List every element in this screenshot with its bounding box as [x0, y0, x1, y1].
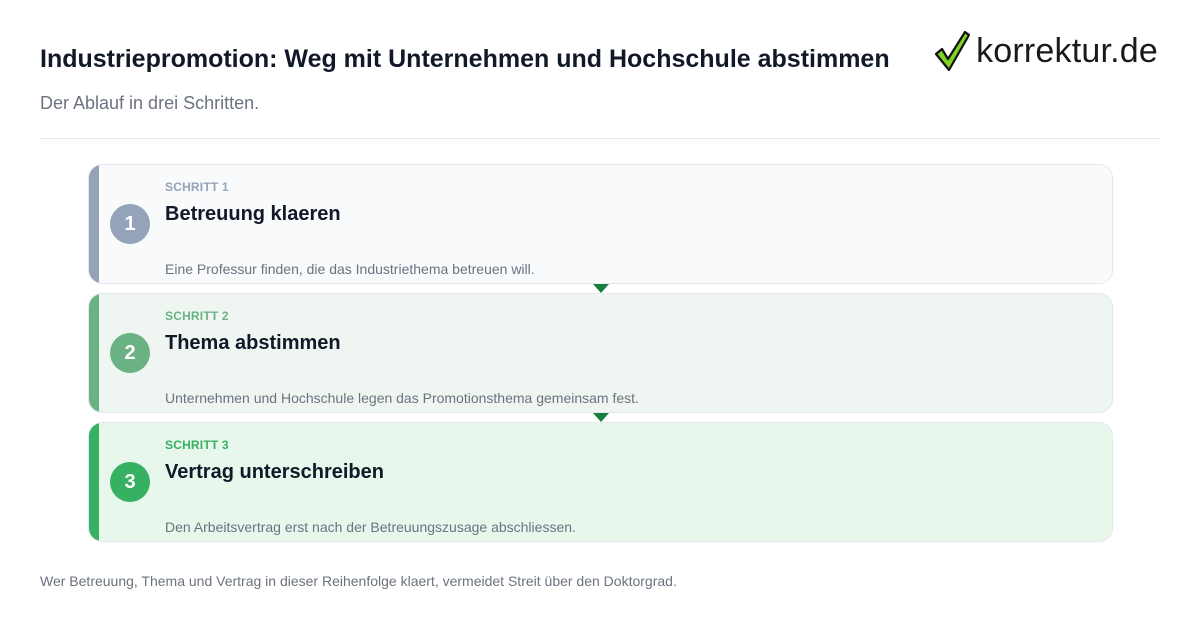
step-heading: Thema abstimmen	[165, 332, 341, 354]
step-number-badge: 2	[110, 333, 150, 373]
step-accent-bar	[89, 165, 99, 283]
logo-text: korrektur.de	[976, 32, 1158, 70]
checkmark-icon	[934, 30, 971, 72]
step-number-badge: 1	[110, 204, 150, 244]
step-label: SCHRITT 1	[165, 180, 229, 194]
step-heading: Betreuung klaeren	[165, 203, 341, 225]
step-description: Unternehmen und Hochschule legen das Pro…	[165, 390, 639, 406]
step-description: Den Arbeitsvertrag erst nach der Betreuu…	[165, 519, 576, 535]
step-number-badge: 3	[110, 462, 150, 502]
footer-note: Wer Betreuung, Thema und Vertrag in dies…	[40, 573, 677, 589]
step-card-1: 1 SCHRITT 1 Betreuung klaeren Eine Profe…	[88, 164, 1113, 284]
step-description: Eine Professur finden, die das Industrie…	[165, 261, 535, 277]
page-subtitle: Der Ablauf in drei Schritten.	[40, 93, 260, 113]
step-accent-bar	[89, 294, 99, 412]
brand-logo[interactable]: korrektur.de	[934, 30, 1158, 72]
step-card-2: 2 SCHRITT 2 Thema abstimmen Unternehmen …	[88, 293, 1113, 413]
page-title: Industriepromotion: Weg mit Unternehmen …	[40, 45, 890, 73]
header: Industriepromotion: Weg mit Unternehmen …	[40, 0, 1160, 139]
step-connector-arrow	[593, 413, 609, 422]
step-accent-bar	[89, 423, 99, 541]
step-connector-arrow	[593, 284, 609, 293]
step-card-3: 3 SCHRITT 3 Vertrag unterschreiben Den A…	[88, 422, 1113, 542]
header-divider	[40, 138, 1160, 139]
step-label: SCHRITT 3	[165, 438, 229, 452]
step-heading: Vertrag unterschreiben	[165, 461, 384, 483]
step-label: SCHRITT 2	[165, 309, 229, 323]
